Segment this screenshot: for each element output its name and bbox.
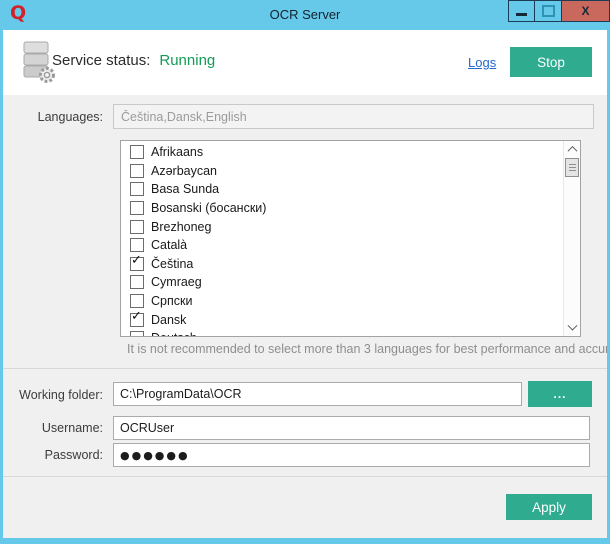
language-checkbox[interactable] [130,220,144,234]
stop-button[interactable]: Stop [510,47,592,77]
service-header: Service status: Running Logs Stop [0,30,610,95]
service-status: Service status: Running [52,52,215,69]
language-list-item[interactable]: Azərbaycan [121,162,580,181]
working-folder-label: Working folder: [0,388,103,402]
language-list-item[interactable]: Afrikaans [121,143,580,162]
language-checkbox[interactable] [130,182,144,196]
language-list-item[interactable]: ✓ Dansk [121,310,580,329]
password-input[interactable] [113,443,590,467]
working-folder-input[interactable] [113,382,522,406]
language-checkbox[interactable] [130,201,144,215]
username-input[interactable] [113,416,590,440]
chevron-down-icon [567,320,577,330]
close-button[interactable]: X [561,0,610,22]
language-checkbox[interactable]: ✓ [130,257,144,271]
username-label: Username: [0,421,103,435]
languages-field [113,104,594,129]
language-list-item[interactable]: ✓ Čeština [121,255,580,274]
service-status-label: Service status: [52,52,150,69]
language-list-item[interactable]: Deutsch [121,329,580,337]
language-label: Bosanski (босански) [151,201,266,215]
language-list-item[interactable]: Bosanski (босански) [121,199,580,218]
language-checkbox[interactable] [130,275,144,289]
apply-button[interactable]: Apply [506,494,592,520]
language-checkbox[interactable] [130,294,144,308]
language-list-item[interactable]: Català [121,236,580,255]
language-label: Basa Sunda [151,182,219,196]
language-list-rows: Afrikaans Azərbaycan Basa Sunda Bosanski (б… [121,141,580,337]
language-checkbox[interactable]: ✓ [130,313,144,327]
window-border-bottom [0,538,610,544]
scroll-down-button[interactable] [564,320,580,336]
language-label: Català [151,238,187,252]
browse-button[interactable]: ... [528,381,592,407]
language-label: Dansk [151,313,186,327]
language-label: Српски [151,294,192,308]
password-label: Password: [0,448,103,462]
minimize-button[interactable] [508,0,535,22]
maximize-button[interactable] [534,0,562,22]
languages-label: Languages: [0,110,103,124]
language-checkbox[interactable] [130,331,144,337]
chevron-up-icon [567,145,577,155]
divider [3,476,607,477]
scroll-up-button[interactable] [564,141,580,157]
app-logo-icon: Q [10,2,26,24]
language-checkbox[interactable] [130,164,144,178]
list-scrollbar[interactable] [563,141,580,336]
language-list-item[interactable]: Cymraeg [121,273,580,292]
logs-link[interactable]: Logs [468,55,496,70]
ocr-server-window: OCR Server Q X Service status: Running Lo… [0,0,610,544]
language-list-item[interactable]: Српски [121,292,580,311]
divider [3,368,607,369]
minimize-icon [516,13,527,16]
language-label: Brezhoneg [151,220,211,234]
languages-note: It is not recommended to select more tha… [127,342,610,356]
language-checkbox[interactable] [130,145,144,159]
language-label: Čeština [151,257,193,271]
window-titlebar[interactable]: OCR Server Q X [0,0,610,30]
language-checkbox[interactable] [130,238,144,252]
language-label: Afrikaans [151,145,203,159]
language-label: Azərbaycan [151,164,217,178]
window-border-left [0,30,3,544]
service-status-value: Running [159,52,215,69]
language-list-item[interactable]: Basa Sunda [121,180,580,199]
scroll-thumb[interactable] [565,158,579,177]
close-icon: X [581,4,589,18]
language-label: Deutsch [151,331,197,337]
check-icon: ✓ [131,254,142,267]
check-icon: ✓ [131,310,142,323]
language-label: Cymraeg [151,275,202,289]
language-list[interactable]: Afrikaans Azərbaycan Basa Sunda Bosanski (б… [120,140,581,337]
language-list-item[interactable]: Brezhoneg [121,217,580,236]
maximize-icon [542,5,555,17]
